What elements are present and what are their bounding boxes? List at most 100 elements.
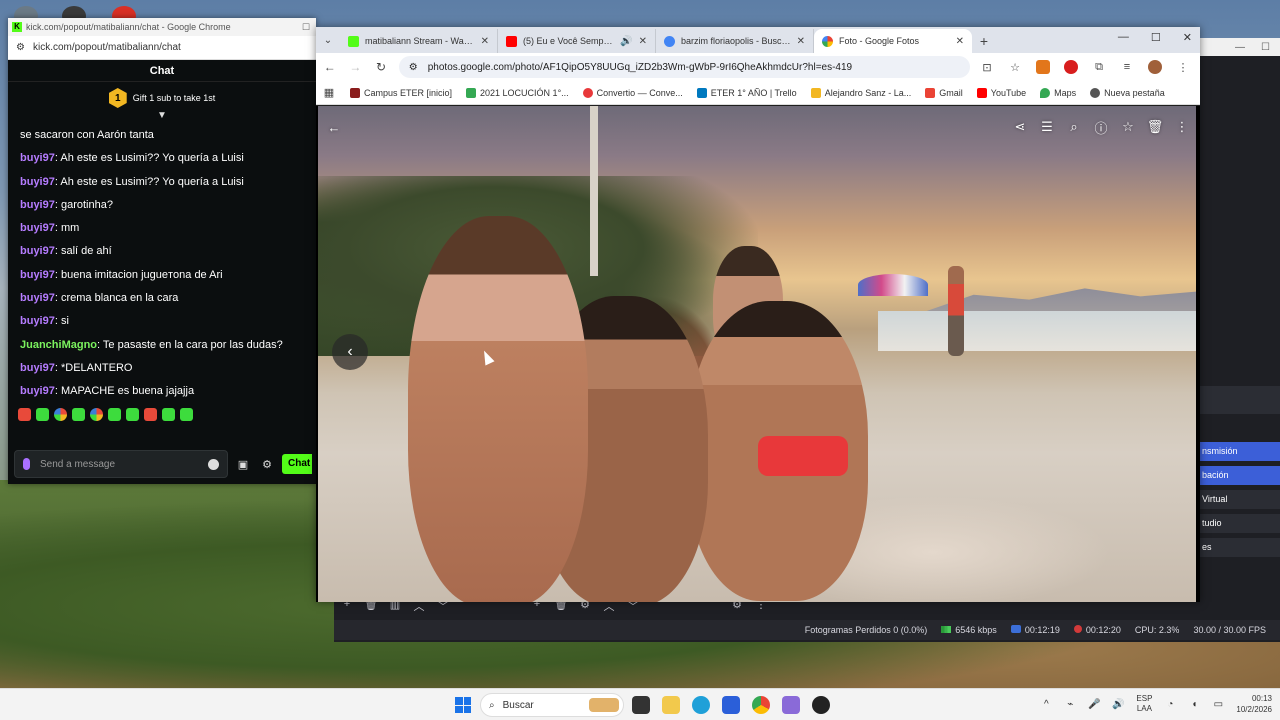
obs-start-streaming-button[interactable]: nsmisión bbox=[1200, 442, 1280, 461]
store-icon[interactable] bbox=[722, 696, 740, 714]
close-icon[interactable]: ✕ bbox=[956, 36, 964, 47]
chat-username[interactable]: buyi97 bbox=[20, 362, 55, 374]
metamask-extension-icon[interactable] bbox=[1036, 60, 1051, 74]
chat-url-bar[interactable]: ⚙ kick.com/popout/matibaliann/chat bbox=[8, 36, 316, 60]
back-arrow-icon[interactable]: ← bbox=[326, 119, 342, 135]
emote-icon[interactable] bbox=[126, 407, 139, 421]
pinned-chevron-icon[interactable]: ▼ bbox=[8, 110, 316, 124]
obs-start-recording-button[interactable]: bación bbox=[1200, 466, 1280, 485]
chrome-taskbar-icon[interactable] bbox=[752, 696, 770, 714]
emote-icon[interactable] bbox=[180, 407, 193, 421]
chat-send-button[interactable]: Chat bbox=[282, 454, 312, 474]
task-view-icon[interactable] bbox=[632, 696, 650, 714]
extensions-puzzle-icon[interactable]: ⧉ bbox=[1092, 60, 1106, 74]
close-icon[interactable]: ✕ bbox=[797, 36, 805, 47]
emote-icon[interactable] bbox=[36, 407, 49, 421]
microphone-icon[interactable]: 🎤 bbox=[1088, 698, 1100, 710]
emote-icon[interactable] bbox=[72, 407, 85, 421]
bookmark-item[interactable]: Alejandro Sanz - La... bbox=[810, 87, 911, 98]
chat-username[interactable]: buyi97 bbox=[20, 245, 55, 257]
taskbar-search[interactable]: ⌕ Buscar bbox=[480, 693, 624, 717]
gear-icon[interactable]: ⚙ bbox=[258, 455, 276, 473]
close-icon[interactable]: ✕ bbox=[639, 36, 647, 47]
chat-username[interactable]: buyi97 bbox=[20, 269, 55, 281]
clock[interactable]: 00:13 10/2/2026 bbox=[1236, 693, 1272, 715]
language-indicator[interactable]: ESP LAA bbox=[1136, 694, 1152, 714]
emote-icon[interactable] bbox=[144, 407, 157, 421]
media-controls-icon[interactable]: ≡ bbox=[1120, 60, 1134, 74]
more-options-icon[interactable]: ⋮ bbox=[1174, 119, 1190, 135]
tab-kick[interactable]: matibaliann Stream - Watch Live ✕ bbox=[340, 29, 498, 53]
tab-google-search[interactable]: barzim floriaopolis - Buscar con ✕ bbox=[656, 29, 814, 53]
profile-avatar[interactable] bbox=[1148, 60, 1163, 74]
new-tab-button[interactable]: + bbox=[972, 29, 996, 53]
app-taskbar-icon[interactable] bbox=[782, 696, 800, 714]
bookmark-item[interactable]: Maps bbox=[1040, 87, 1076, 98]
chat-username[interactable]: buyi97 bbox=[20, 292, 55, 304]
trash-icon[interactable]: 🗑 bbox=[1147, 119, 1164, 135]
speaker-icon[interactable]: 🔊 bbox=[620, 36, 632, 47]
emote-icon[interactable] bbox=[90, 407, 103, 421]
bookmark-star-icon[interactable]: ☆ bbox=[1008, 60, 1022, 74]
back-icon[interactable]: ← bbox=[322, 59, 338, 75]
chat-username[interactable]: buyi97 bbox=[20, 385, 55, 397]
file-explorer-icon[interactable] bbox=[662, 696, 680, 714]
site-settings-icon[interactable]: ⚙ bbox=[16, 42, 25, 53]
gift-sub-banner[interactable]: 1 Gift 1 sub to take 1st bbox=[8, 88, 316, 108]
share-icon[interactable]: ⋖ bbox=[1012, 119, 1028, 135]
close-icon[interactable]: ✕ bbox=[481, 36, 489, 47]
mic-icon[interactable] bbox=[23, 458, 30, 470]
maximize-icon[interactable]: ☐ bbox=[1151, 31, 1161, 44]
bookmark-item[interactable]: ETER 1° AÑO | Trello bbox=[696, 87, 797, 98]
edge-icon[interactable] bbox=[692, 696, 710, 714]
previous-photo-button[interactable]: ‹ bbox=[332, 334, 368, 370]
network-icon[interactable]: ⌁ bbox=[1064, 698, 1076, 710]
maximize-icon[interactable]: ☐ bbox=[302, 22, 316, 33]
info-icon[interactable]: ⓘ bbox=[1093, 119, 1109, 136]
battery-icon[interactable]: ▭ bbox=[1212, 698, 1224, 710]
install-app-icon[interactable]: ⊡ bbox=[980, 60, 994, 74]
chat-username[interactable]: buyi97 bbox=[20, 176, 55, 188]
chat-message-input[interactable]: Send a message bbox=[14, 450, 228, 478]
obs-virtual-camera-button[interactable]: Virtual bbox=[1200, 490, 1280, 509]
edit-adjust-icon[interactable]: ☰ bbox=[1039, 119, 1055, 135]
close-icon[interactable]: ✕ bbox=[1183, 31, 1192, 44]
opera-extension-icon[interactable] bbox=[1064, 60, 1079, 74]
windows-start-icon[interactable] bbox=[455, 697, 471, 713]
chat-username[interactable]: buyi97 bbox=[20, 315, 55, 327]
bookmark-item[interactable]: Gmail bbox=[925, 87, 963, 98]
emote-icon[interactable] bbox=[108, 407, 121, 421]
chevron-up-icon[interactable]: ^ bbox=[1040, 698, 1052, 710]
bookmark-item[interactable]: 2021 LOCUCIÓN 1°... bbox=[466, 87, 569, 98]
speaker-icon[interactable]: ◖ bbox=[1188, 698, 1200, 710]
minimize-icon[interactable]: — bbox=[1235, 42, 1245, 53]
bookmark-item[interactable]: Campus ETER [inicio] bbox=[350, 87, 452, 98]
maximize-icon[interactable]: ☐ bbox=[1261, 42, 1270, 53]
tab-youtube[interactable]: (5) Eu e Você Sempre - Djo 🔊 ✕ bbox=[498, 29, 656, 53]
chat-username[interactable]: buyi97 bbox=[20, 222, 55, 234]
site-info-icon[interactable]: ⚙ bbox=[409, 62, 418, 73]
chrome-menu-icon[interactable]: ⋮ bbox=[1176, 60, 1190, 74]
reload-icon[interactable]: ↻ bbox=[373, 59, 389, 75]
address-bar[interactable]: ⚙ photos.google.com/photo/AF1QipO5Y8UUGq… bbox=[398, 56, 971, 78]
emote-icon[interactable] bbox=[18, 407, 31, 421]
emote-icon[interactable] bbox=[54, 407, 67, 421]
minimize-icon[interactable]: — bbox=[1118, 31, 1129, 44]
emoji-icon[interactable] bbox=[208, 458, 219, 470]
bookmark-item[interactable]: YouTube bbox=[976, 87, 1026, 98]
chat-username[interactable]: JuanchiMagno bbox=[20, 339, 97, 351]
favorite-star-icon[interactable]: ☆ bbox=[1120, 119, 1136, 135]
wifi-icon[interactable]: ◔ bbox=[1164, 698, 1176, 710]
obs-taskbar-icon[interactable] bbox=[812, 696, 830, 714]
tab-google-photos[interactable]: Foto - Google Fotos ✕ bbox=[814, 29, 972, 53]
volume-icon[interactable]: 🔊 bbox=[1112, 698, 1124, 710]
obs-studio-mode-button[interactable]: tudio bbox=[1200, 514, 1280, 533]
tab-search-icon[interactable]: ⌄ bbox=[320, 30, 336, 50]
gift-icon[interactable]: ▣ bbox=[234, 455, 252, 473]
forward-icon[interactable]: → bbox=[348, 59, 364, 75]
chat-username[interactable]: buyi97 bbox=[20, 199, 55, 211]
zoom-icon[interactable]: ⌕ bbox=[1066, 119, 1082, 135]
chat-username[interactable]: buyi97 bbox=[20, 152, 55, 164]
obs-settings-button[interactable]: es bbox=[1200, 538, 1280, 557]
emote-icon[interactable] bbox=[162, 407, 175, 421]
